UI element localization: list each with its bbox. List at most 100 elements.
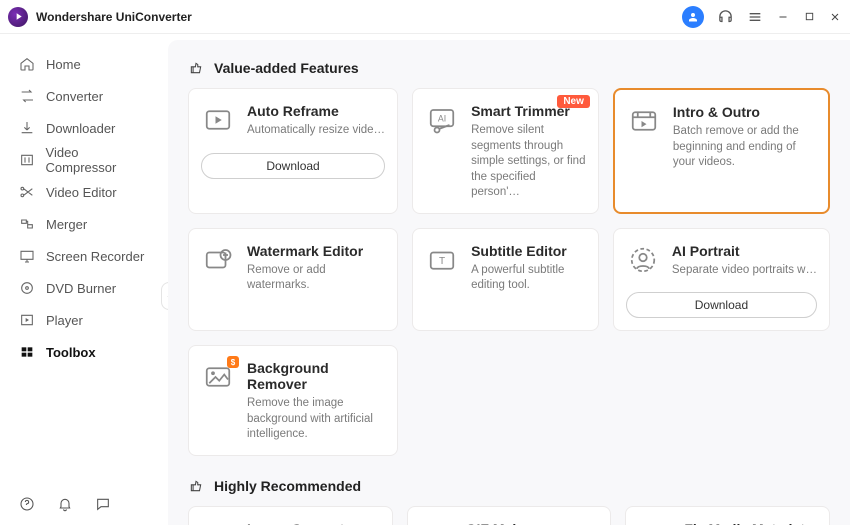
card-title: Watermark Editor (247, 243, 385, 259)
card-intro-outro[interactable]: Intro & Outro Batch remove or add the be… (613, 88, 830, 214)
app-title: Wondershare UniConverter (36, 10, 192, 24)
sidebar-item-label: Screen Recorder (46, 249, 144, 264)
headset-icon (717, 8, 734, 25)
premium-badge: $ (227, 356, 239, 368)
close-button[interactable] (828, 10, 842, 24)
sidebar-item-video-editor[interactable]: Video Editor (0, 176, 168, 208)
card-watermark-editor[interactable]: Watermark Editor Remove or add watermark… (188, 228, 398, 332)
section-header-value-added: Value-added Features (188, 60, 830, 76)
user-icon (687, 11, 699, 23)
dvd-icon (18, 279, 36, 297)
sidebar-item-label: Video Compressor (46, 145, 150, 175)
sidebar-nav: Home Converter Downloader Video Compress… (0, 34, 168, 487)
new-badge: New (557, 95, 590, 108)
download-button[interactable]: Download (201, 153, 385, 179)
card-title: AI Portrait (672, 243, 817, 259)
sidebar-item-player[interactable]: Player (0, 304, 168, 336)
merger-icon (18, 215, 36, 233)
intro-outro-icon (627, 104, 661, 138)
bg-remover-icon: $ (201, 360, 235, 394)
hamburger-icon (747, 9, 763, 25)
fix-metadata-icon (638, 521, 672, 525)
help-icon (19, 496, 35, 512)
sidebar-item-converter[interactable]: Converter (0, 80, 168, 112)
account-button[interactable] (682, 6, 704, 28)
card-desc: Separate video portraits w… (672, 263, 817, 279)
sidebar-item-dvd-burner[interactable]: DVD Burner (0, 272, 168, 304)
download-button[interactable]: Download (626, 292, 817, 318)
card-background-remover[interactable]: $ Background Remover Remove the image ba… (188, 345, 398, 456)
sidebar-item-toolbox[interactable]: Toolbox (0, 336, 168, 368)
compress-icon (18, 151, 36, 169)
sidebar-item-merger[interactable]: Merger (0, 208, 168, 240)
section-header-recommended: Highly Recommended (188, 478, 830, 494)
card-desc: Batch remove or add the beginning and en… (673, 124, 816, 171)
help-button[interactable] (18, 495, 36, 513)
card-smart-trimmer[interactable]: New AI Smart Trimmer Remove silent segme… (412, 88, 599, 214)
card-auto-reframe[interactable]: Auto Reframe Automatically resize vide… … (188, 88, 398, 214)
sidebar-item-label: Converter (46, 89, 103, 104)
maximize-icon (804, 11, 815, 22)
card-title: Subtitle Editor (471, 243, 586, 259)
subtitle-icon: T (425, 243, 459, 277)
app-logo (8, 7, 28, 27)
menu-button[interactable] (746, 8, 764, 26)
screenrec-icon (18, 247, 36, 265)
home-icon (18, 55, 36, 73)
thumbs-up-icon (188, 60, 204, 76)
sidebar-item-downloader[interactable]: Downloader (0, 112, 168, 144)
support-button[interactable] (716, 8, 734, 26)
thumbs-up-icon (188, 478, 204, 494)
image-converter-icon (201, 521, 235, 525)
card-title: GIF Maker (466, 521, 599, 525)
feedback-button[interactable] (94, 495, 112, 513)
player-icon (18, 311, 36, 329)
card-gif-maker[interactable]: GIF GIF Maker Make GIF from videos or pi… (407, 506, 612, 525)
section-title: Highly Recommended (214, 478, 361, 494)
sidebar-footer (0, 487, 168, 525)
card-desc: A powerful subtitle editing tool. (471, 263, 586, 294)
card-ai-portrait[interactable]: AI Portrait Separate video portraits w… … (613, 228, 830, 332)
close-icon (829, 11, 841, 23)
minimize-button[interactable] (776, 10, 790, 24)
card-fix-media-metadata[interactable]: Fix Media Metadata Auto-fix and edit met… (625, 506, 830, 525)
card-desc: Remove silent segments through simple se… (471, 123, 586, 201)
maximize-button[interactable] (802, 10, 816, 24)
ai-portrait-icon (626, 243, 660, 277)
card-desc: Automatically resize vide… (247, 123, 385, 139)
card-title: Fix Media Metadata (684, 521, 817, 525)
chat-icon (95, 496, 111, 512)
card-subtitle-editor[interactable]: T Subtitle Editor A powerful subtitle ed… (412, 228, 599, 332)
section-title: Value-added Features (214, 60, 359, 76)
sidebar: Home Converter Downloader Video Compress… (0, 34, 168, 525)
sidebar-item-label: DVD Burner (46, 281, 116, 296)
sidebar-item-label: Player (46, 313, 83, 328)
card-title: Background Remover (247, 360, 385, 392)
toolbox-icon (18, 343, 36, 361)
scissors-icon (18, 183, 36, 201)
gif-maker-icon: GIF (420, 521, 454, 525)
card-image-converter[interactable]: Image Converter Convert images to other … (188, 506, 393, 525)
bell-icon (57, 496, 73, 512)
notifications-button[interactable] (56, 495, 74, 513)
sidebar-item-home[interactable]: Home (0, 48, 168, 80)
card-title: Image Converter (247, 521, 380, 525)
card-desc: Remove or add watermarks. (247, 263, 385, 294)
sidebar-item-video-compressor[interactable]: Video Compressor (0, 144, 168, 176)
svg-text:AI: AI (438, 113, 446, 123)
main-content[interactable]: Value-added Features Auto Reframe Automa… (168, 40, 850, 525)
sidebar-item-label: Downloader (46, 121, 115, 136)
downloader-icon (18, 119, 36, 137)
smart-trimmer-icon: AI (425, 103, 459, 137)
watermark-icon (201, 243, 235, 277)
svg-text:T: T (439, 255, 445, 266)
card-desc: Remove the image background with artific… (247, 396, 385, 443)
card-title: Auto Reframe (247, 103, 385, 119)
auto-reframe-icon (201, 103, 235, 137)
sidebar-item-screen-recorder[interactable]: Screen Recorder (0, 240, 168, 272)
sidebar-item-label: Home (46, 57, 81, 72)
converter-icon (18, 87, 36, 105)
titlebar: Wondershare UniConverter (0, 0, 850, 34)
minimize-icon (777, 11, 789, 23)
sidebar-item-label: Toolbox (46, 345, 96, 360)
